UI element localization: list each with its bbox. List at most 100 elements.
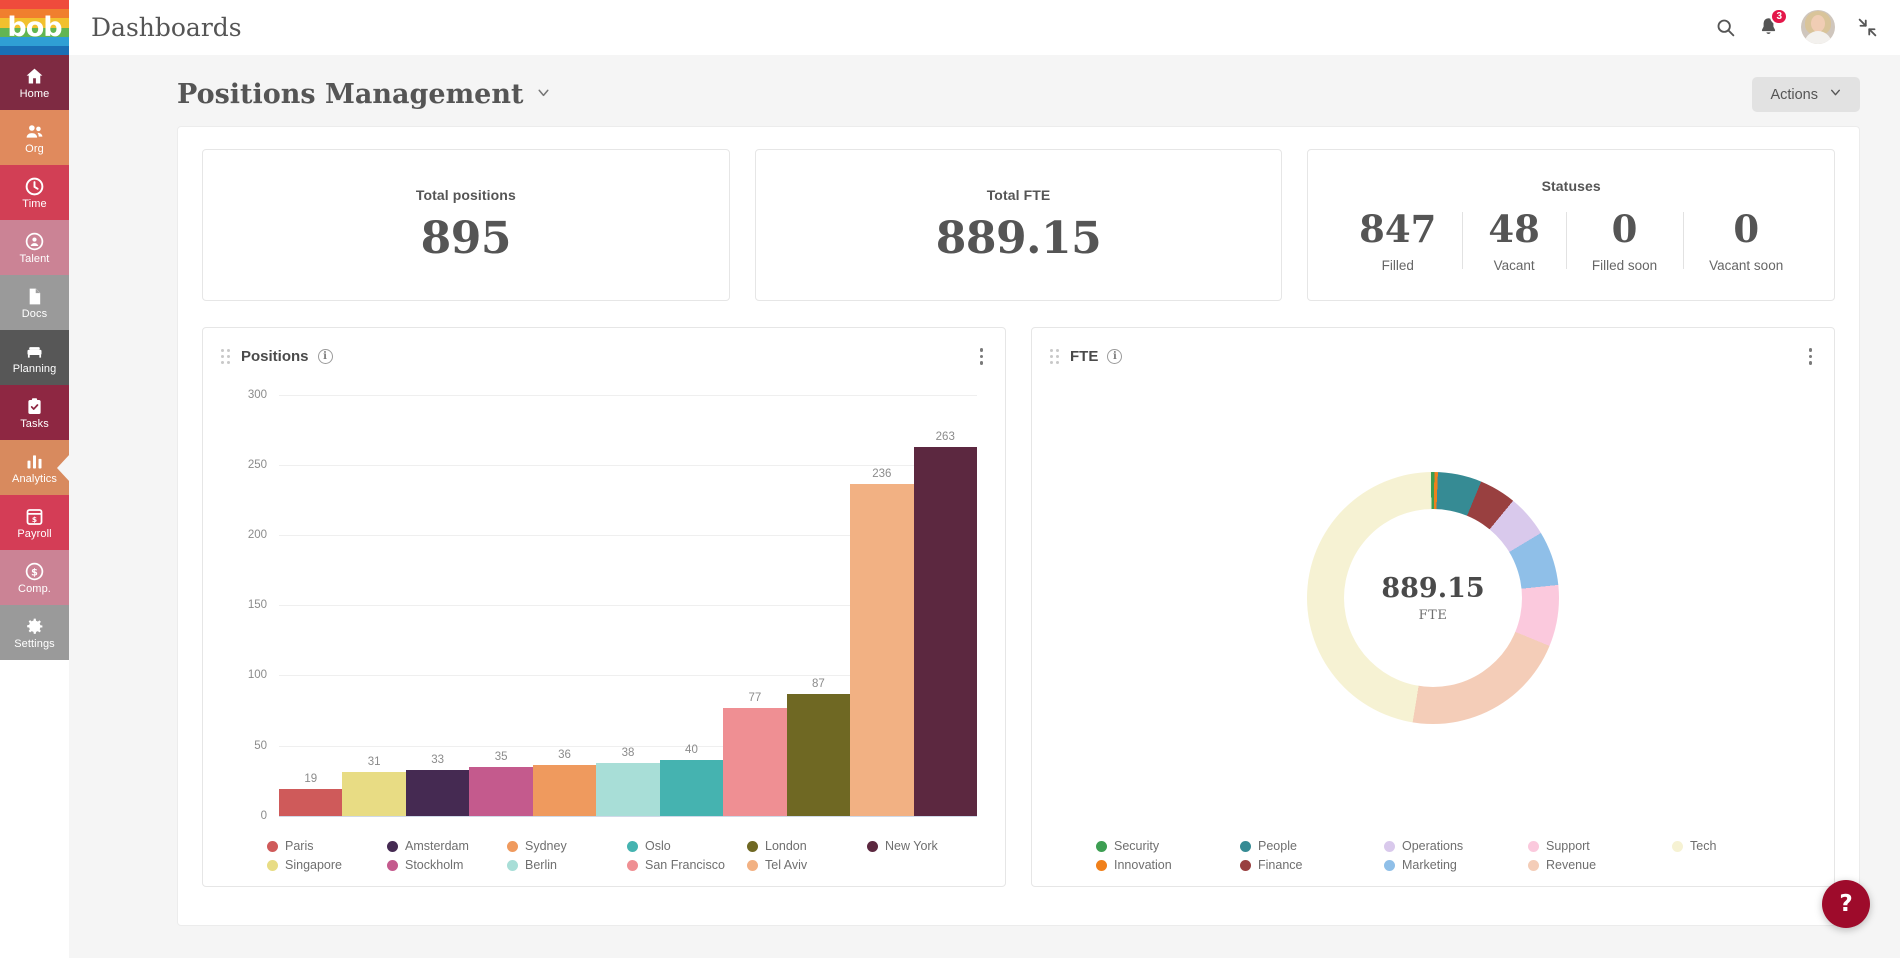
sidebar-item-payroll[interactable]: $Payroll <box>0 495 69 550</box>
info-icon[interactable]: i <box>318 349 333 364</box>
legend-item[interactable]: Operations <box>1384 839 1528 853</box>
bar-value-label: 77 <box>723 692 786 704</box>
bob-logo[interactable]: bob <box>0 0 69 55</box>
bar-slot[interactable]: 77 <box>723 395 786 817</box>
widget-title: Positions <box>241 348 309 365</box>
kpi-row: Total positions 895 Total FTE 889.15 Sta… <box>202 149 1835 301</box>
status-value: 0 <box>1733 208 1759 250</box>
legend-item[interactable]: San Francisco <box>627 858 747 872</box>
bar-slot[interactable]: 35 <box>469 395 532 817</box>
bar-slot[interactable]: 36 <box>533 395 596 817</box>
info-icon[interactable]: i <box>1107 349 1122 364</box>
chevron-down-icon <box>1829 86 1842 103</box>
bar[interactable]: 31 <box>342 772 405 816</box>
legend-item[interactable]: London <box>747 839 867 853</box>
legend-item[interactable]: Revenue <box>1528 858 1672 872</box>
bar-slot[interactable]: 236 <box>850 395 913 817</box>
status-caption: Vacant <box>1494 258 1535 273</box>
main-sidebar: bob Home OrgTimeTalentDocsPlanningTasksAn… <box>0 0 69 958</box>
sidebar-item-talent[interactable]: Talent <box>0 220 69 275</box>
bar-value-label: 31 <box>342 756 405 768</box>
sidebar-item-settings[interactable]: Settings <box>0 605 69 660</box>
legend-item[interactable]: Finance <box>1240 858 1384 872</box>
bar-slot[interactable]: 40 <box>660 395 723 817</box>
sidebar-item-label: Home <box>20 88 50 100</box>
legend-color-dot <box>1384 841 1395 852</box>
person-icon <box>24 231 45 252</box>
bar[interactable]: 236 <box>850 484 913 816</box>
legend-item[interactable]: New York <box>867 839 987 853</box>
widget-title: FTE <box>1070 348 1098 365</box>
y-axis-tick: 200 <box>248 529 267 541</box>
bar[interactable]: 19 <box>279 789 342 816</box>
legend-item[interactable]: Amsterdam <box>387 839 507 853</box>
bar-slot[interactable]: 38 <box>596 395 659 817</box>
legend-label: Operations <box>1402 839 1463 853</box>
donut-center-value: 889.15 <box>1381 573 1484 604</box>
kebab-menu-icon[interactable] <box>1805 344 1817 369</box>
legend-item[interactable]: Innovation <box>1096 858 1240 872</box>
legend-item[interactable]: Tel Aviv <box>747 858 867 872</box>
legend-item[interactable]: Oslo <box>627 839 747 853</box>
kpi-value: 889.15 <box>936 213 1101 264</box>
status-value: 847 <box>1359 208 1436 250</box>
y-axis-tick: 150 <box>248 599 267 611</box>
legend-item[interactable]: Berlin <box>507 858 627 872</box>
kebab-menu-icon[interactable] <box>976 344 988 369</box>
y-axis-tick: 0 <box>261 810 267 822</box>
bar[interactable]: 36 <box>533 765 596 816</box>
planning-icon <box>24 341 45 362</box>
bar-value-label: 263 <box>914 431 977 443</box>
bar[interactable]: 40 <box>660 760 723 816</box>
legend-item[interactable]: Security <box>1096 839 1240 853</box>
bar[interactable]: 33 <box>406 770 469 816</box>
legend-item[interactable]: Support <box>1528 839 1672 853</box>
status-value: 0 <box>1612 208 1638 250</box>
legend-item[interactable]: Stockholm <box>387 858 507 872</box>
bar[interactable]: 263 <box>914 447 977 817</box>
bar[interactable]: 87 <box>787 694 850 816</box>
collapse-icon[interactable] <box>1857 17 1878 38</box>
legend-item[interactable]: Tech <box>1672 839 1816 853</box>
legend-label: Marketing <box>1402 858 1457 872</box>
bar-value-label: 236 <box>850 468 913 480</box>
sidebar-item-planning[interactable]: Planning <box>0 330 69 385</box>
sidebar-item-analytics[interactable]: Analytics <box>0 440 69 495</box>
legend-color-dot <box>507 860 518 871</box>
bar-slot[interactable]: 87 <box>787 395 850 817</box>
legend-item[interactable]: People <box>1240 839 1384 853</box>
chevron-down-icon[interactable] <box>535 84 552 106</box>
legend-item[interactable]: Marketing <box>1384 858 1528 872</box>
sidebar-item-tasks[interactable]: Tasks <box>0 385 69 440</box>
bar-plot-area: 0501001502002503001931333536384077872362… <box>279 395 977 817</box>
drag-handle-icon[interactable] <box>221 349 230 364</box>
sidebar-item-comp[interactable]: $Comp. <box>0 550 69 605</box>
bar-slot[interactable]: 31 <box>342 395 405 817</box>
bar-slot[interactable]: 33 <box>406 395 469 817</box>
widget-header: Positions i <box>221 344 987 369</box>
bar[interactable]: 38 <box>596 763 659 816</box>
question-mark-icon: ? <box>1839 891 1852 917</box>
bar-slot[interactable]: 263 <box>914 395 977 817</box>
legend-item[interactable]: Paris <box>267 839 387 853</box>
legend-item[interactable]: Singapore <box>267 858 387 872</box>
bar[interactable]: 77 <box>723 708 786 816</box>
avatar[interactable] <box>1801 10 1835 44</box>
sidebar-item-docs[interactable]: Docs <box>0 275 69 330</box>
search-icon[interactable] <box>1715 17 1736 38</box>
y-axis-tick: 50 <box>254 740 267 752</box>
actions-button[interactable]: Actions <box>1752 77 1860 112</box>
legend-label: Singapore <box>285 858 342 872</box>
statuses-grid: 847Filled48Vacant0Filled soon0Vacant soo… <box>1333 208 1809 273</box>
bar[interactable]: 35 <box>469 767 532 816</box>
bell-icon[interactable]: 3 <box>1758 16 1779 38</box>
bar-slot[interactable]: 19 <box>279 395 342 817</box>
legend-label: Support <box>1546 839 1590 853</box>
sidebar-item-time[interactable]: Time <box>0 165 69 220</box>
help-button[interactable]: ? <box>1822 880 1870 928</box>
dollar-icon: $ <box>24 561 45 582</box>
sidebar-item-home[interactable]: Home <box>0 55 69 110</box>
sidebar-item-org[interactable]: Org <box>0 110 69 165</box>
drag-handle-icon[interactable] <box>1050 349 1059 364</box>
legend-item[interactable]: Sydney <box>507 839 627 853</box>
